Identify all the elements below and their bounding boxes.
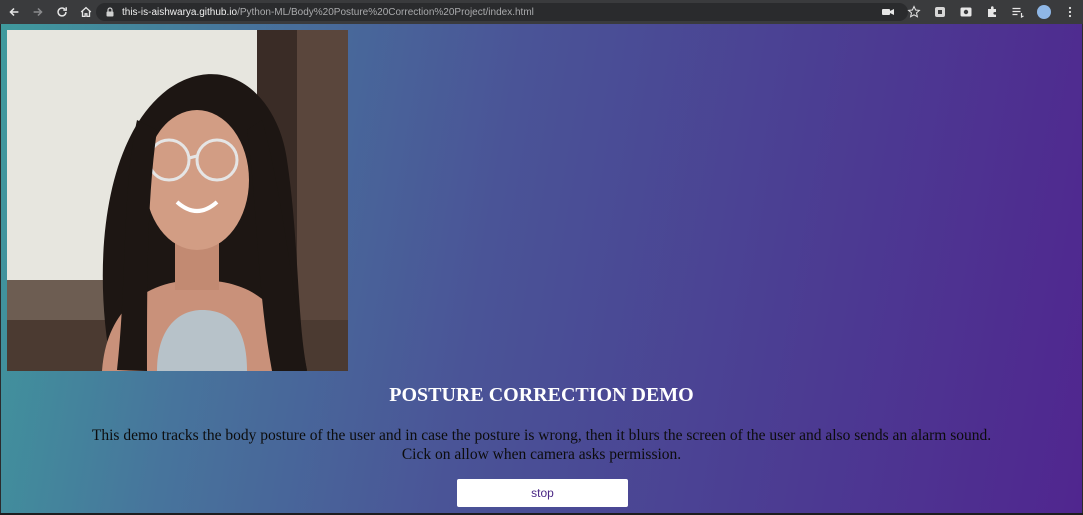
menu-icon[interactable]	[1063, 5, 1077, 19]
profile-avatar[interactable]	[1037, 5, 1051, 19]
extension-icon[interactable]	[933, 5, 947, 19]
stop-button[interactable]: stop	[457, 479, 628, 507]
url-path: /Python-ML/Body%20Posture%20Correction%2…	[237, 6, 534, 18]
star-icon[interactable]	[907, 5, 921, 19]
queue-icon[interactable]	[1011, 5, 1025, 19]
webcam-video	[7, 30, 348, 371]
browser-actions	[881, 3, 1077, 21]
description-line-1: This demo tracks the body posture of the…	[91, 427, 992, 444]
page-description: This demo tracks the body posture of the…	[1, 426, 1082, 464]
page-body: POSTURE CORRECTION DEMO This demo tracks…	[1, 24, 1082, 513]
media-icon[interactable]	[959, 5, 973, 19]
address-bar[interactable]: this-is-aishwarya.github.io/Python-ML/Bo…	[96, 3, 908, 21]
camera-icon[interactable]	[881, 5, 895, 19]
page-title: POSTURE CORRECTION DEMO	[389, 384, 694, 406]
puzzle-icon[interactable]	[985, 5, 999, 19]
home-icon[interactable]	[78, 4, 94, 20]
back-icon[interactable]	[6, 4, 22, 20]
description-line-2: Cick on allow when camera asks permissio…	[401, 446, 682, 463]
url-host: this-is-aishwarya.github.io	[122, 6, 238, 18]
browser-toolbar: this-is-aishwarya.github.io/Python-ML/Bo…	[0, 0, 1083, 24]
lock-icon[interactable]	[104, 6, 116, 18]
reload-icon[interactable]	[54, 4, 70, 20]
nav-buttons	[0, 4, 94, 20]
forward-icon[interactable]	[30, 4, 46, 20]
